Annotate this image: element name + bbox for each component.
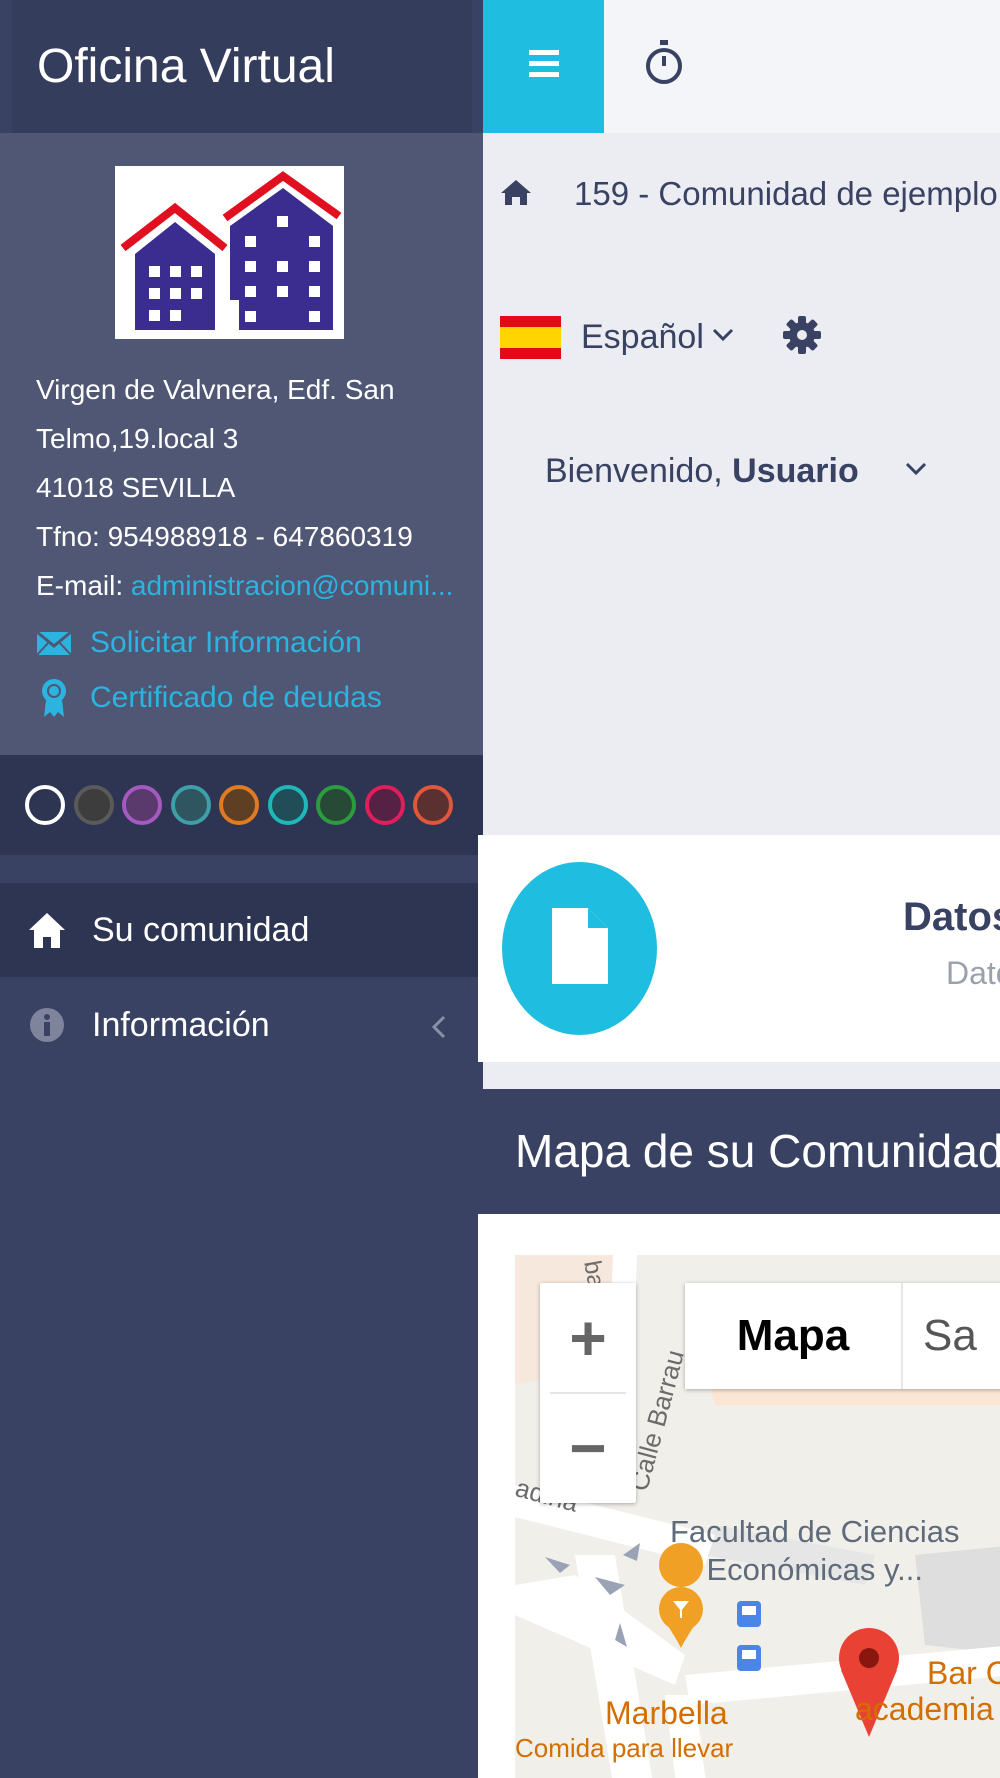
hamburger-icon xyxy=(528,50,559,83)
chevron-down-icon xyxy=(712,328,734,347)
breadcrumb: 159 - Comunidad de ejemplo xyxy=(500,175,998,213)
award-icon xyxy=(36,679,72,717)
datos-card[interactable]: Datos Dato xyxy=(478,835,1000,1062)
theme-swatch-5[interactable] xyxy=(219,785,259,825)
theme-swatch-7[interactable] xyxy=(316,785,356,825)
zoom-out-button[interactable]: − xyxy=(540,1393,636,1503)
home-icon xyxy=(26,909,68,951)
contact-info: Virgen de Valvnera, Edf. San Telmo,19.lo… xyxy=(36,365,456,610)
email-row: E-mail: administracion@comuni... xyxy=(36,561,456,610)
theme-swatch-9[interactable] xyxy=(413,785,453,825)
map-type-map-button[interactable]: Mapa xyxy=(685,1283,903,1389)
address-line-1: Virgen de Valvnera, Edf. San xyxy=(36,374,395,405)
brand-title[interactable]: Oficina Virtual xyxy=(12,0,472,133)
chevron-down-icon[interactable] xyxy=(905,462,927,481)
map-panel: ba Calle Barrau adina Facultad de Cienci… xyxy=(478,1214,1000,1778)
card-title: Datos xyxy=(903,895,1000,939)
community-profile: Virgen de Valvnera, Edf. San Telmo,19.lo… xyxy=(0,133,483,755)
zoom-in-button[interactable]: + xyxy=(540,1283,636,1393)
debt-certificate-label: Certificado de deudas xyxy=(90,681,382,714)
theme-swatch-1[interactable] xyxy=(25,785,65,825)
chevron-left-icon xyxy=(431,1010,447,1049)
request-info-label: Solicitar Información xyxy=(90,626,362,659)
sidebar-item-label: Información xyxy=(92,1005,270,1044)
address-line-3: 41018 SEVILLA xyxy=(36,472,236,503)
place-label-line: Económicas y... xyxy=(706,1552,923,1587)
map-type-satellite-button[interactable]: Sa xyxy=(903,1283,1000,1389)
document-icon xyxy=(551,908,608,989)
place-label-marbella: Marbella xyxy=(605,1695,728,1731)
top-bar xyxy=(483,0,1000,133)
stopwatch-icon[interactable] xyxy=(644,40,684,91)
envelope-icon xyxy=(36,625,72,661)
theme-swatch-3[interactable] xyxy=(122,785,162,825)
document-icon-circle xyxy=(502,862,657,1035)
theme-color-picker xyxy=(0,755,483,855)
breadcrumb-community[interactable]: 159 - Comunidad de ejemplo xyxy=(574,175,998,213)
welcome-prefix: Bienvenido, xyxy=(545,452,723,490)
map-zoom-control: + − xyxy=(540,1283,636,1503)
home-icon[interactable] xyxy=(500,178,532,211)
language-selector[interactable]: Español xyxy=(500,316,734,359)
theme-swatch-6[interactable] xyxy=(267,785,308,825)
email-label: E-mail: xyxy=(36,570,124,601)
theme-swatch-2[interactable] xyxy=(73,785,114,825)
map-section-title: Mapa de su Comunidad xyxy=(478,1089,1000,1214)
menu-toggle-button[interactable] xyxy=(483,0,604,133)
place-label-bar: Bar C xyxy=(927,1655,1000,1691)
map-type-control: Mapa Sa xyxy=(685,1283,1000,1389)
email-link[interactable]: administracion@comuni... xyxy=(131,570,454,601)
community-logo xyxy=(115,166,344,339)
gear-icon[interactable] xyxy=(783,316,821,359)
sidebar: Oficina Virtual Virgen de Valvnera, Edf.… xyxy=(0,0,483,1778)
debt-certificate-link[interactable]: Certificado de deudas xyxy=(36,679,382,717)
language-label: Español xyxy=(581,318,704,356)
phone: Tfno: 954988918 - 647860319 xyxy=(36,521,413,552)
place-label-facultad: Facultad de Ciencias Económicas y... xyxy=(670,1513,960,1589)
place-label-line: Facultad de Ciencias xyxy=(670,1514,960,1549)
address-line-2: Telmo,19.local 3 xyxy=(36,423,239,454)
community-map[interactable]: ba Calle Barrau adina Facultad de Cienci… xyxy=(515,1255,1000,1778)
welcome-user-menu[interactable]: Bienvenido, Usuario xyxy=(545,452,859,491)
spain-flag-icon xyxy=(500,316,561,359)
card-subtitle: Dato xyxy=(946,955,1000,991)
theme-swatch-8[interactable] xyxy=(364,785,405,825)
place-label-academia: academia xyxy=(855,1691,994,1727)
theme-swatch-4[interactable] xyxy=(170,785,211,825)
info-icon xyxy=(26,1004,68,1046)
request-info-link[interactable]: Solicitar Información xyxy=(36,625,362,661)
welcome-username: Usuario xyxy=(732,452,859,490)
place-label-comida: Comida para llevar xyxy=(515,1733,734,1763)
sidebar-item-informacion[interactable]: Información xyxy=(0,978,483,1072)
sidebar-item-su-comunidad[interactable]: Su comunidad xyxy=(0,883,483,977)
sidebar-item-label: Su comunidad xyxy=(92,910,310,949)
